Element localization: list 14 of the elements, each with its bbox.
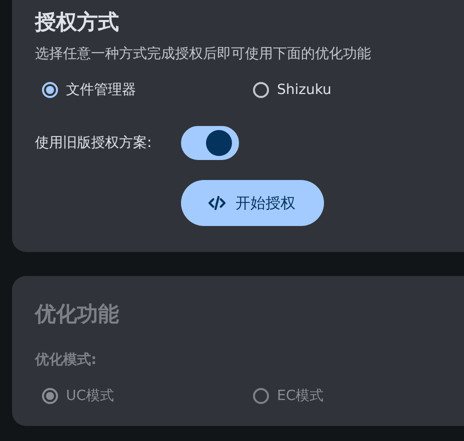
radio-label: 文件管理器 <box>66 81 136 100</box>
radio-button[interactable] <box>42 82 58 98</box>
card-title: 授权方式 <box>35 9 120 36</box>
radio-label: EC模式 <box>277 387 324 406</box>
start-button[interactable]: 开始授权 <box>180 180 324 226</box>
radio-button[interactable] <box>253 82 269 98</box>
radio-label: Shizuku <box>277 81 332 100</box>
description: 选择任意一种方式完成授权后即可使用下面的优化功能 <box>35 45 372 64</box>
toggle-switch[interactable] <box>180 126 239 160</box>
radio-label: UC模式 <box>66 387 114 406</box>
code-icon <box>208 194 226 212</box>
toggle-label: 使用旧版授权方案: <box>35 134 152 153</box>
card-title: 优化功能 <box>35 301 120 328</box>
mode-label: 优化模式: <box>35 351 98 370</box>
